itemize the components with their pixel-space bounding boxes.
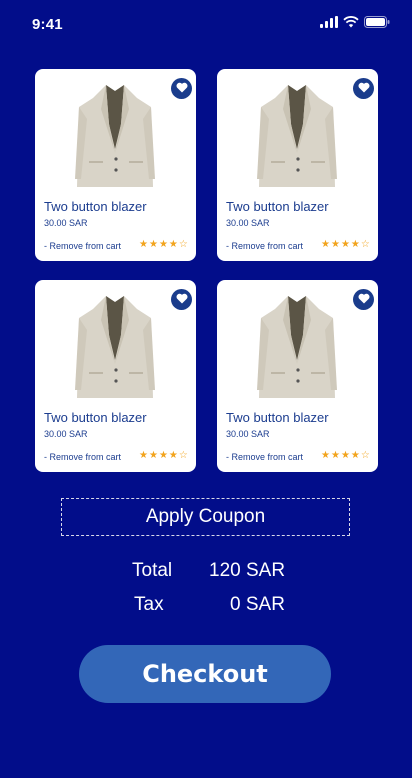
star-filled-icon: ★ — [168, 239, 178, 250]
product-name: Two button blazer — [226, 410, 329, 425]
star-filled-icon: ★ — [168, 450, 178, 461]
star-filled-icon: ★ — [158, 450, 168, 461]
star-empty-icon: ☆ — [178, 450, 188, 461]
heart-icon — [358, 80, 370, 98]
remove-from-cart-link[interactable]: - Remove from cart — [226, 241, 303, 251]
star-filled-icon: ★ — [321, 239, 330, 250]
signal-icon — [320, 15, 338, 33]
star-filled-icon: ★ — [139, 239, 148, 250]
status-icons — [320, 15, 390, 33]
star-filled-icon: ★ — [340, 450, 350, 461]
product-name: Two button blazer — [44, 199, 147, 214]
star-filled-icon: ★ — [158, 239, 168, 250]
rating-stars: ★ ★ ★ ★ ☆ — [139, 240, 188, 250]
product-price: 30.00 SAR — [44, 218, 88, 228]
star-empty-icon: ☆ — [360, 450, 370, 461]
total-label: Total — [132, 560, 173, 581]
star-empty-icon: ☆ — [178, 239, 188, 250]
tax-value: 0 SAR — [230, 594, 285, 615]
wifi-icon — [343, 15, 359, 33]
product-card[interactable]: Two button blazer 30.00 SAR - Remove fro… — [35, 280, 196, 472]
product-card[interactable]: Two button blazer 30.00 SAR - Remove fro… — [217, 69, 378, 261]
favorite-button[interactable] — [171, 78, 192, 99]
rating-stars: ★ ★ ★ ★ ☆ — [321, 240, 370, 250]
star-filled-icon: ★ — [340, 239, 350, 250]
rating-stars: ★ ★ ★ ★ ☆ — [139, 451, 188, 461]
product-price: 30.00 SAR — [226, 218, 270, 228]
product-name: Two button blazer — [44, 410, 147, 425]
remove-from-cart-link[interactable]: - Remove from cart — [44, 241, 121, 251]
star-filled-icon: ★ — [330, 450, 340, 461]
star-filled-icon: ★ — [321, 450, 330, 461]
favorite-button[interactable] — [353, 289, 374, 310]
favorite-button[interactable] — [171, 289, 192, 310]
remove-from-cart-link[interactable]: - Remove from cart — [44, 452, 121, 462]
product-price: 30.00 SAR — [226, 429, 270, 439]
star-filled-icon: ★ — [139, 450, 148, 461]
star-filled-icon: ★ — [148, 450, 158, 461]
favorite-button[interactable] — [353, 78, 374, 99]
apply-coupon-button[interactable]: Apply Coupon — [61, 498, 350, 536]
star-filled-icon: ★ — [330, 239, 340, 250]
star-filled-icon: ★ — [148, 239, 158, 250]
battery-icon — [364, 15, 390, 33]
product-card[interactable]: Two button blazer 30.00 SAR - Remove fro… — [217, 280, 378, 472]
product-card[interactable]: Two button blazer 30.00 SAR - Remove fro… — [35, 69, 196, 261]
product-name: Two button blazer — [226, 199, 329, 214]
star-filled-icon: ★ — [350, 239, 360, 250]
status-time: 9:41 — [32, 16, 63, 33]
status-bar: 9:41 — [0, 0, 412, 44]
heart-icon — [358, 291, 370, 309]
total-value: 120 SAR — [209, 560, 286, 581]
star-filled-icon: ★ — [350, 450, 360, 461]
rating-stars: ★ ★ ★ ★ ☆ — [321, 451, 370, 461]
product-price: 30.00 SAR — [44, 429, 88, 439]
heart-icon — [176, 80, 188, 98]
tax-label: Tax — [134, 594, 164, 615]
remove-from-cart-link[interactable]: - Remove from cart — [226, 452, 303, 462]
star-empty-icon: ☆ — [360, 239, 370, 250]
heart-icon — [176, 291, 188, 309]
checkout-button[interactable]: Checkout — [79, 645, 331, 703]
